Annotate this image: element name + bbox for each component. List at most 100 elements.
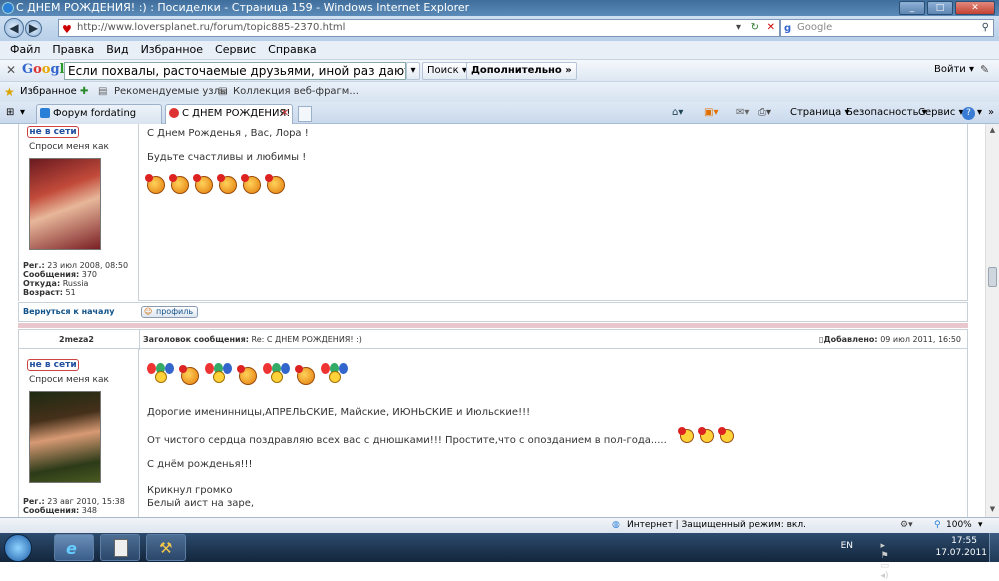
menu-favorites[interactable]: Избранное bbox=[135, 41, 209, 59]
message-count: Сообщения: 370 bbox=[23, 270, 97, 279]
menu-file[interactable]: Файл bbox=[4, 41, 46, 59]
message-count: Сообщения: 348 bbox=[23, 506, 97, 515]
profile-button[interactable]: ☺ профиль bbox=[141, 306, 199, 318]
menu-bar: Файл Правка Вид Избранное Сервис Справка bbox=[0, 41, 999, 59]
google-toolbar: ✕ Google Если похвалы, расточаемые друзь… bbox=[0, 59, 999, 81]
post-author[interactable]: 2meza2 bbox=[59, 335, 94, 344]
zoom-icon[interactable]: ⚲ bbox=[934, 518, 941, 533]
menu-help[interactable]: Справка bbox=[262, 41, 322, 59]
ie-logo-icon bbox=[2, 2, 14, 14]
scroll-down-icon[interactable]: ▼ bbox=[988, 505, 997, 515]
query-dropdown-icon[interactable]: ▾ bbox=[406, 62, 420, 80]
taskbar-tools-button[interactable]: ⚒ bbox=[146, 534, 186, 561]
protected-mode-icon[interactable]: ⚙▾ bbox=[900, 518, 913, 533]
zoom-level[interactable]: 100% bbox=[946, 518, 972, 533]
menu-view[interactable]: Вид bbox=[100, 41, 134, 59]
from-value: Russia bbox=[62, 279, 89, 288]
maximize-button[interactable]: □ bbox=[927, 1, 953, 15]
balloon-smiley-icon bbox=[263, 363, 291, 385]
close-button[interactable]: ✕ bbox=[955, 1, 995, 15]
from-label: Откуда: bbox=[23, 279, 61, 288]
menu-tools[interactable]: Сервис bbox=[209, 41, 262, 59]
print-icon[interactable]: ⎙▾ bbox=[758, 104, 771, 122]
post-text: Белый аист на заре, bbox=[147, 498, 255, 509]
safety-menu[interactable]: Безопасность ▾ bbox=[846, 104, 927, 122]
address-dropdown-icon[interactable]: ▾ bbox=[736, 20, 741, 36]
google-search-button[interactable]: Поиск ▾ bbox=[422, 62, 472, 80]
mail-icon[interactable]: ✉▾ bbox=[736, 104, 749, 122]
offline-badge[interactable]: не в сети bbox=[27, 126, 79, 138]
smiley-row bbox=[145, 174, 291, 197]
post-text-line: От чистого сердца поздравляю всех вас с … bbox=[147, 427, 740, 446]
post-text: Дорогие именинницы,АПРЕЛЬСКИЕ, Майские, … bbox=[147, 407, 531, 418]
command-overflow-icon[interactable]: » bbox=[988, 104, 994, 122]
back-to-top-link[interactable]: Вернуться к началу bbox=[23, 307, 114, 316]
zone-status[interactable]: Интернет | Защищенный режим: вкл. bbox=[627, 518, 806, 533]
balloon-smiley-icon bbox=[147, 363, 175, 385]
menu-edit[interactable]: Правка bbox=[46, 41, 100, 59]
subject-label: Заголовок сообщения: bbox=[143, 335, 249, 344]
suggested-sites-link[interactable]: Рекомендуемые узлы bbox=[114, 82, 228, 102]
new-tab-button[interactable] bbox=[298, 106, 312, 122]
help-dropdown-icon[interactable]: ▾ bbox=[977, 104, 982, 122]
login-button[interactable]: Войти ▾ bbox=[930, 62, 978, 80]
wrench-icon[interactable]: ✎ bbox=[980, 63, 989, 76]
smiley-icon bbox=[169, 174, 189, 194]
added-label: Добавлено: bbox=[823, 335, 878, 344]
emoji-icon bbox=[697, 427, 714, 443]
back-button[interactable]: ◀ bbox=[4, 18, 24, 38]
smiley-icon bbox=[241, 174, 261, 194]
taskbar-ie-button[interactable]: e bbox=[54, 534, 94, 561]
smiley-icon bbox=[193, 174, 213, 194]
tab-birthday[interactable]: С ДНЕМ РОЖДЕНИЯ! :... ✕ bbox=[165, 104, 293, 124]
minimize-button[interactable]: _ bbox=[899, 1, 925, 15]
search-input[interactable]: g Google ⚲ bbox=[780, 19, 994, 37]
google-search-field[interactable]: Если похвалы, расточаемые друзьями, иной… bbox=[64, 62, 406, 80]
refresh-icon[interactable]: ↻ bbox=[751, 20, 759, 36]
clock-date[interactable]: 17.07.2011 bbox=[935, 548, 987, 558]
more-button[interactable]: Дополнительно » bbox=[466, 62, 577, 80]
vertical-scrollbar[interactable]: ▲ ▼ bbox=[985, 124, 999, 517]
zoom-dropdown-icon[interactable]: ▾ bbox=[978, 518, 983, 533]
favorites-button[interactable]: Избранное bbox=[20, 82, 77, 102]
tab-list-icon[interactable]: ▾ bbox=[20, 104, 25, 122]
msgs-value: 348 bbox=[81, 506, 98, 515]
offline-badge[interactable]: не в сети bbox=[27, 359, 79, 371]
page-menu[interactable]: Страница ▾ bbox=[790, 104, 849, 122]
tab-heart-icon bbox=[169, 108, 179, 118]
avatar bbox=[29, 391, 101, 483]
avatar bbox=[29, 158, 101, 250]
clock-time[interactable]: 17:55 bbox=[951, 536, 977, 546]
stop-icon[interactable]: ✕ bbox=[767, 20, 775, 36]
tab-ie-icon bbox=[40, 108, 50, 118]
search-magnifier-icon[interactable]: ⚲ bbox=[982, 20, 989, 36]
post-footer: Вернуться к началу ☺ профиль bbox=[18, 302, 968, 322]
tray-icons[interactable]: ▸ ⚑ ▭ ◂) bbox=[881, 541, 890, 581]
quick-tabs-icon[interactable]: ⊞ bbox=[6, 104, 14, 122]
msgs-label: Сообщения: bbox=[23, 270, 80, 279]
site-favicon-icon: ♥ bbox=[62, 23, 72, 36]
scroll-thumb[interactable] bbox=[988, 267, 997, 287]
language-indicator[interactable]: EN bbox=[841, 541, 853, 551]
feeds-icon[interactable]: ▣▾ bbox=[704, 104, 718, 122]
window-title-bar: С ДНЕМ РОЖДЕНИЯ! :) : Посиделки - Страни… bbox=[0, 0, 999, 16]
tab-bar: ⊞ ▾ Форум fordating С ДНЕМ РОЖДЕНИЯ! :..… bbox=[0, 102, 999, 124]
help-icon[interactable]: ? bbox=[962, 107, 975, 120]
age: Возраст: 51 bbox=[23, 288, 76, 297]
tools-menu[interactable]: Сервис ▾ bbox=[918, 104, 964, 122]
balloon-smiley-icon bbox=[321, 363, 349, 385]
add-favorite-icon[interactable]: ✚ bbox=[80, 82, 88, 102]
taskbar-document-button[interactable] bbox=[100, 534, 140, 561]
home-icon[interactable]: ⌂▾ bbox=[672, 104, 683, 122]
forward-button[interactable]: ▶ bbox=[25, 20, 42, 37]
web-slice-gallery-link[interactable]: Коллекция веб-фрагм... bbox=[233, 82, 359, 102]
show-desktop-button[interactable] bbox=[989, 533, 999, 562]
scroll-up-icon[interactable]: ▲ bbox=[988, 126, 997, 136]
toolbar-close-icon[interactable]: ✕ bbox=[6, 63, 16, 77]
suggested-sites-icon: ▤ bbox=[98, 86, 108, 97]
tab-close-icon[interactable]: ✕ bbox=[281, 105, 289, 123]
page-content: не в сети Спроси меня как Рег.: 23 июл 2… bbox=[0, 124, 985, 517]
tab-fordating[interactable]: Форум fordating bbox=[36, 104, 162, 124]
address-field[interactable]: ♥ http://www.loversplanet.ru/forum/topic… bbox=[58, 19, 780, 37]
start-button[interactable] bbox=[4, 534, 32, 562]
